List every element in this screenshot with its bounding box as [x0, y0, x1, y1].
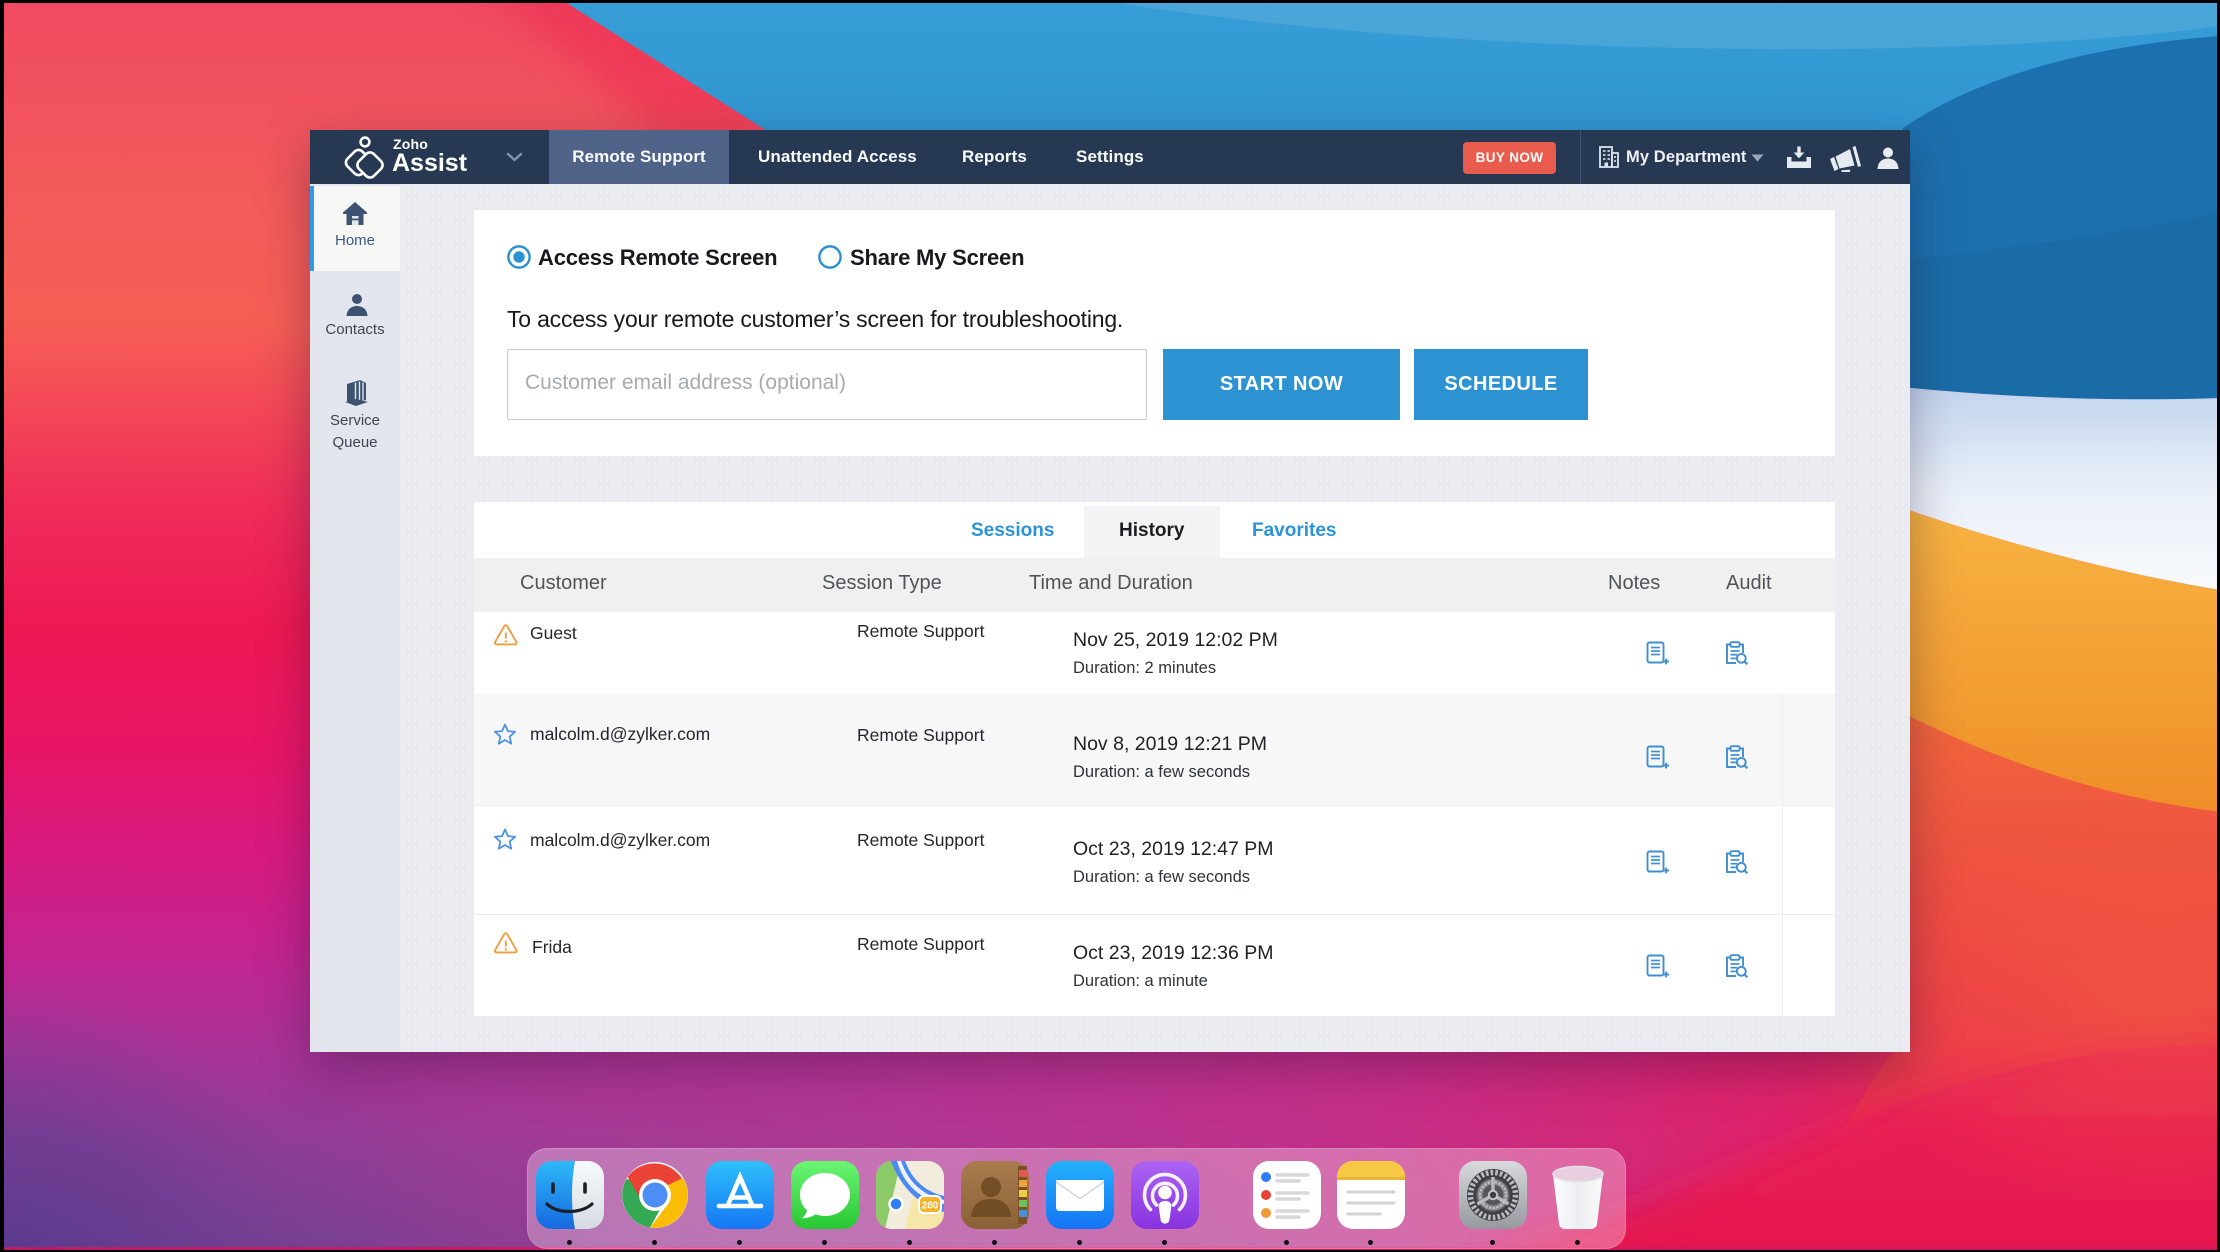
svg-text:280: 280: [922, 1201, 939, 1212]
